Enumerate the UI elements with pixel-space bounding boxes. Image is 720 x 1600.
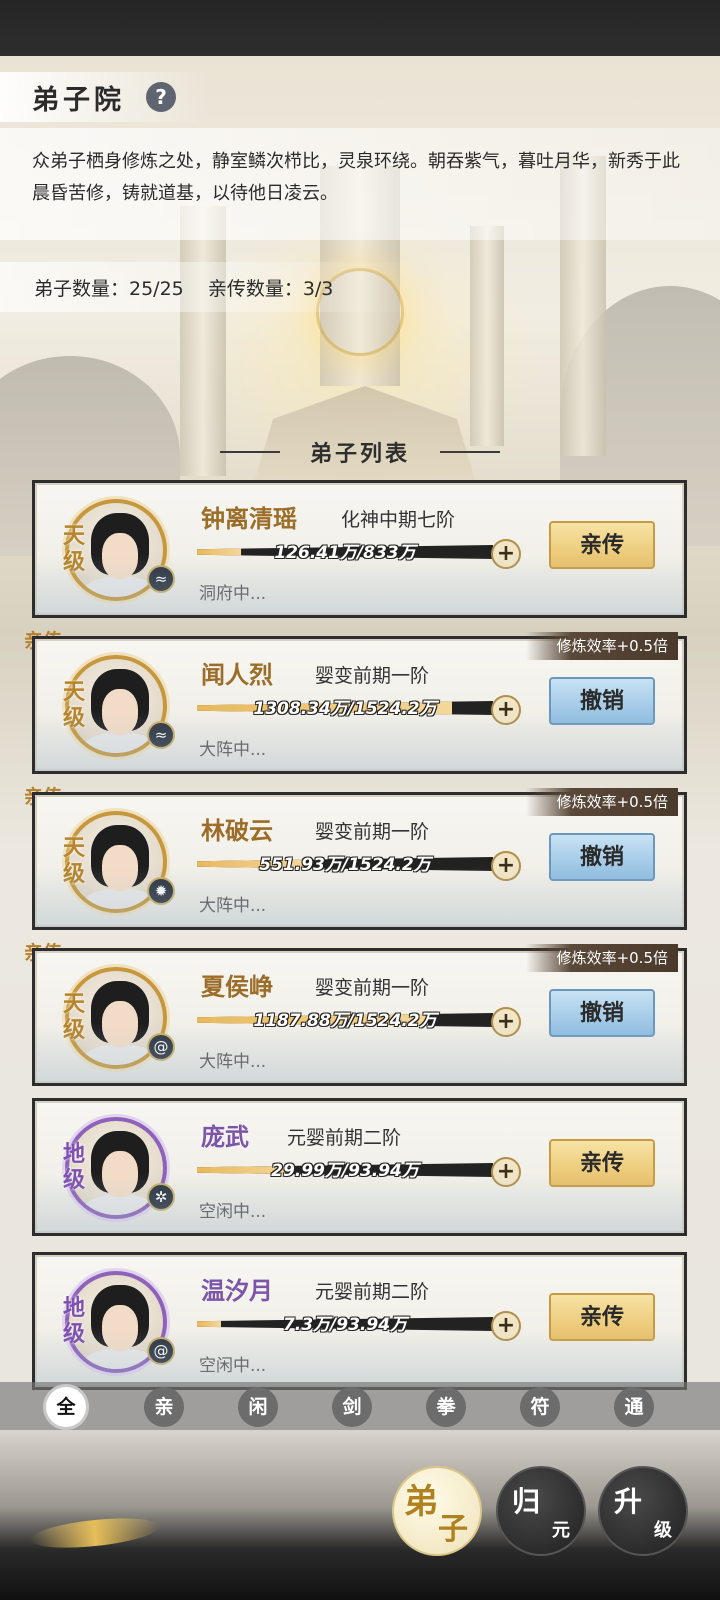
direct-disciple-count: 亲传数量：3/3 <box>207 278 334 300</box>
grade-label: 地级 <box>62 1141 85 1193</box>
disciple-name: 庞武 <box>201 1122 249 1151</box>
disciple-name: 夏侯峥 <box>201 972 273 1001</box>
grade-label: 天级 <box>62 523 85 575</box>
nav-disciple-button[interactable]: 弟 子 <box>392 1466 482 1556</box>
disciple-name: 钟离清瑶 <box>201 504 297 533</box>
filter-tab-sword[interactable]: 剑 <box>332 1387 372 1427</box>
revoke-button[interactable]: 撤销 <box>549 833 655 881</box>
disciple-status: 洞府中... <box>199 584 267 604</box>
add-exp-button[interactable]: + <box>491 1157 521 1187</box>
disciple-status: 大阵中... <box>199 896 267 916</box>
grade-label: 地级 <box>62 1295 85 1347</box>
exp-progress-text: 7.3万/93.94万 <box>282 1315 408 1335</box>
grade-label: 天级 <box>62 679 85 731</box>
exp-progress-text: 29.99万/93.94万 <box>271 1161 419 1181</box>
nav-upgrade-button[interactable]: 升 级 <box>598 1466 688 1556</box>
wind-icon: ✲ <box>147 1183 175 1211</box>
make-direct-button[interactable]: 亲传 <box>549 521 655 569</box>
disciple-realm: 婴变前期一阶 <box>315 821 430 843</box>
filter-tab-talisman[interactable]: 符 <box>520 1387 560 1427</box>
grade-label: 天级 <box>62 835 85 887</box>
water-icon: ≈ <box>147 565 175 593</box>
exp-progress-text: 1308.34万/1524.2万 <box>253 699 437 719</box>
disciple-status: 大阵中... <box>199 740 267 760</box>
swirl-icon: @ <box>147 1033 175 1061</box>
disciple-status: 空闲中... <box>199 1202 267 1222</box>
add-exp-button[interactable]: + <box>491 1007 521 1037</box>
water-icon: ≈ <box>147 721 175 749</box>
nav-return-char2: 元 <box>552 1520 570 1541</box>
nav-disciple-char2: 子 <box>438 1512 468 1547</box>
filter-tab-direct[interactable]: 亲 <box>144 1387 184 1427</box>
cultivation-bonus-badge: 修炼效率+0.5倍 <box>526 944 678 972</box>
make-direct-button[interactable]: 亲传 <box>549 1293 655 1341</box>
disciple-card[interactable]: 地级 @ 温汐月 元婴前期二阶 7.3万/93.94万 + 空闲中... 亲传 <box>32 1252 687 1390</box>
disciple-realm: 元婴前期二阶 <box>287 1127 402 1149</box>
nav-upgrade-char2: 级 <box>654 1520 672 1541</box>
description-text: 众弟子栖身修炼之处，静室鳞次栉比，灵泉环绕。朝吞紫气，暮吐月华，新秀于此晨昏苦修… <box>32 151 680 204</box>
disciple-card[interactable]: 地级 ✲ 庞武 元婴前期二阶 29.99万/93.94万 + 空闲中... 亲传 <box>32 1098 687 1236</box>
disciple-name: 温汐月 <box>201 1276 273 1305</box>
nav-disciple-char1: 弟 <box>404 1482 438 1522</box>
list-title: 弟子列表 <box>309 441 410 467</box>
add-exp-button[interactable]: + <box>491 539 521 569</box>
disciple-realm: 婴变前期一阶 <box>315 977 430 999</box>
disciple-realm: 婴变前期一阶 <box>315 665 430 687</box>
page-title: 弟子院 <box>32 85 125 116</box>
add-exp-button[interactable]: + <box>491 851 521 881</box>
fire-icon: ✹ <box>147 877 175 905</box>
disciple-count: 弟子数量：25/25 <box>34 278 184 300</box>
disciple-realm: 化神中期七阶 <box>341 509 456 531</box>
exp-progress-text: 1187.88万/1524.2万 <box>253 1011 437 1031</box>
revoke-button[interactable]: 撤销 <box>549 677 655 725</box>
count-info: 弟子数量：25/25 亲传数量：3/3 <box>34 274 351 301</box>
make-direct-button[interactable]: 亲传 <box>549 1139 655 1187</box>
top-status-strip <box>0 0 720 56</box>
swirl-icon: @ <box>147 1337 175 1365</box>
nav-return-button[interactable]: 归 元 <box>496 1466 586 1556</box>
filter-tab-fist[interactable]: 拳 <box>426 1387 466 1427</box>
grade-label: 天级 <box>62 991 85 1043</box>
filter-tab-general[interactable]: 通 <box>614 1387 654 1427</box>
disciple-card[interactable]: 天级 ≈ 钟离清瑶 化神中期七阶 126.41万/833万 + 洞府中... 亲… <box>32 480 687 618</box>
cultivation-bonus-badge: 修炼效率+0.5倍 <box>526 788 678 816</box>
exp-progress-text: 551.93万/1524.2万 <box>259 855 431 875</box>
add-exp-button[interactable]: + <box>491 695 521 725</box>
disciple-name: 闻人烈 <box>201 660 273 689</box>
help-icon[interactable]: ? <box>146 82 176 112</box>
filter-tab-all[interactable]: 全 <box>46 1387 86 1427</box>
nav-return-char1: 归 <box>512 1485 541 1518</box>
disciple-name: 林破云 <box>201 816 273 845</box>
filter-tab-idle[interactable]: 闲 <box>238 1387 278 1427</box>
revoke-button[interactable]: 撤销 <box>549 989 655 1037</box>
list-title-group: 弟子列表 <box>220 432 500 472</box>
disciple-realm: 元婴前期二阶 <box>315 1281 430 1303</box>
disciple-status: 空闲中... <box>199 1356 267 1376</box>
nav-upgrade-char1: 升 <box>614 1485 643 1518</box>
add-exp-button[interactable]: + <box>491 1311 521 1341</box>
cultivation-bonus-badge: 修炼效率+0.5倍 <box>526 632 678 660</box>
disciple-status: 大阵中... <box>199 1052 267 1072</box>
exp-progress-text: 126.41万/833万 <box>274 543 416 563</box>
